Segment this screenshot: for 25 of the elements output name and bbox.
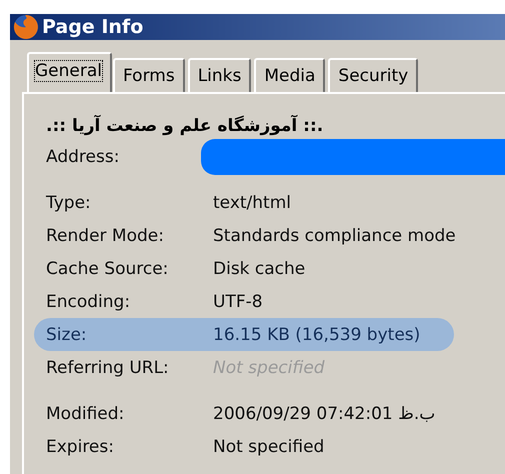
field-label: Address:: [46, 146, 120, 166]
tab[interactable]: Forms: [113, 58, 185, 92]
field-label: Referring URL:: [46, 358, 170, 378]
field-label: Modified:: [46, 404, 126, 424]
field-label: Encoding:: [46, 292, 132, 312]
tab[interactable]: General: [27, 52, 112, 92]
field-value: Disk cache: [213, 258, 306, 278]
field-label: Size:: [46, 324, 88, 344]
browser-logo-icon: [13, 14, 39, 40]
window-title: Page Info: [42, 16, 144, 38]
field-value: UTF-8: [213, 292, 263, 312]
field-value: text/html: [213, 192, 292, 212]
tab[interactable]: Links: [188, 58, 252, 92]
field-label: Expires:: [46, 436, 115, 456]
field-label: Render Mode:: [46, 226, 165, 246]
field-label: Type:: [46, 192, 92, 212]
field-label: Cache Source:: [46, 258, 170, 278]
field-value: Standards compliance mode: [213, 226, 456, 246]
tab[interactable]: Security: [328, 58, 418, 92]
tab[interactable]: Media: [254, 58, 326, 92]
field-value: Not specified: [213, 436, 324, 456]
field-value: Not specified: [213, 358, 325, 378]
field-value: 16.15 KB (16,539 bytes): [213, 324, 420, 344]
page-title: .:: آموزشگاه علم و صنعت آریا ::.: [46, 116, 324, 136]
field-value: 2006/09/29 07:42:01 ب.ظ: [213, 404, 436, 424]
